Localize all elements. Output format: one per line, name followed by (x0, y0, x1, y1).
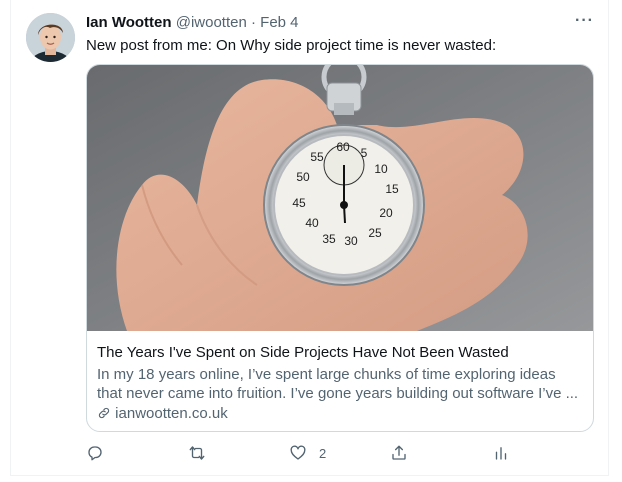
link-card[interactable]: 60 5 10 15 20 25 30 35 40 45 50 55 The Y… (86, 64, 594, 432)
tweet-header: Ian Wootten @iwootten · Feb 4 (86, 14, 299, 31)
svg-text:25: 25 (368, 226, 382, 240)
reply-icon (88, 446, 102, 461)
svg-text:30: 30 (344, 234, 358, 248)
svg-text:10: 10 (374, 162, 388, 176)
card-description-line: In my 18 years online, I’ve spent large … (97, 366, 556, 383)
card-description: In my 18 years online, I’ve spent large … (97, 365, 583, 403)
like-button[interactable]: 2 (289, 442, 326, 464)
reply-button[interactable] (86, 442, 104, 464)
card-body: The Years I've Spent on Side Projects Ha… (97, 343, 587, 424)
avatar[interactable] (26, 13, 75, 62)
action-bar: 2 (86, 442, 516, 466)
like-count: 2 (319, 445, 327, 461)
share-icon (392, 445, 406, 460)
author-name[interactable]: Ian Wootten (86, 14, 172, 31)
retweet-icon (189, 446, 205, 460)
analytics-icon (495, 447, 507, 460)
svg-text:20: 20 (379, 206, 393, 220)
svg-text:35: 35 (322, 232, 336, 246)
share-button[interactable] (390, 442, 408, 464)
svg-text:50: 50 (296, 170, 310, 184)
card-domain[interactable]: ianwootten.co.uk (97, 404, 587, 424)
svg-text:55: 55 (310, 150, 324, 164)
svg-text:15: 15 (385, 182, 399, 196)
tweet-date[interactable]: Feb 4 (260, 14, 298, 31)
retweet-button[interactable] (188, 442, 206, 464)
svg-text:60: 60 (336, 140, 350, 154)
card-description-line: that never came into fruition. I’ve gone… (97, 385, 579, 402)
svg-text:5: 5 (361, 146, 368, 160)
tweet-text: New post from me: On Why side project ti… (86, 37, 497, 54)
author-handle[interactable]: @iwootten (176, 14, 247, 31)
separator-dot: · (251, 14, 256, 31)
heart-icon (290, 445, 306, 460)
tweet[interactable]: Ian Wootten @iwootten · Feb 4 ··· New po… (10, 0, 609, 476)
avatar-image (26, 13, 75, 62)
analytics-button[interactable] (492, 442, 510, 464)
link-icon (98, 407, 110, 419)
svg-text:45: 45 (292, 196, 306, 210)
card-title[interactable]: The Years I've Spent on Side Projects Ha… (97, 343, 587, 363)
svg-text:40: 40 (305, 216, 319, 230)
more-options-icon[interactable]: ··· (575, 12, 594, 30)
stopwatch-in-hand-image: 60 5 10 15 20 25 30 35 40 45 50 55 (87, 65, 593, 331)
card-domain-text: ianwootten.co.uk (115, 405, 228, 422)
